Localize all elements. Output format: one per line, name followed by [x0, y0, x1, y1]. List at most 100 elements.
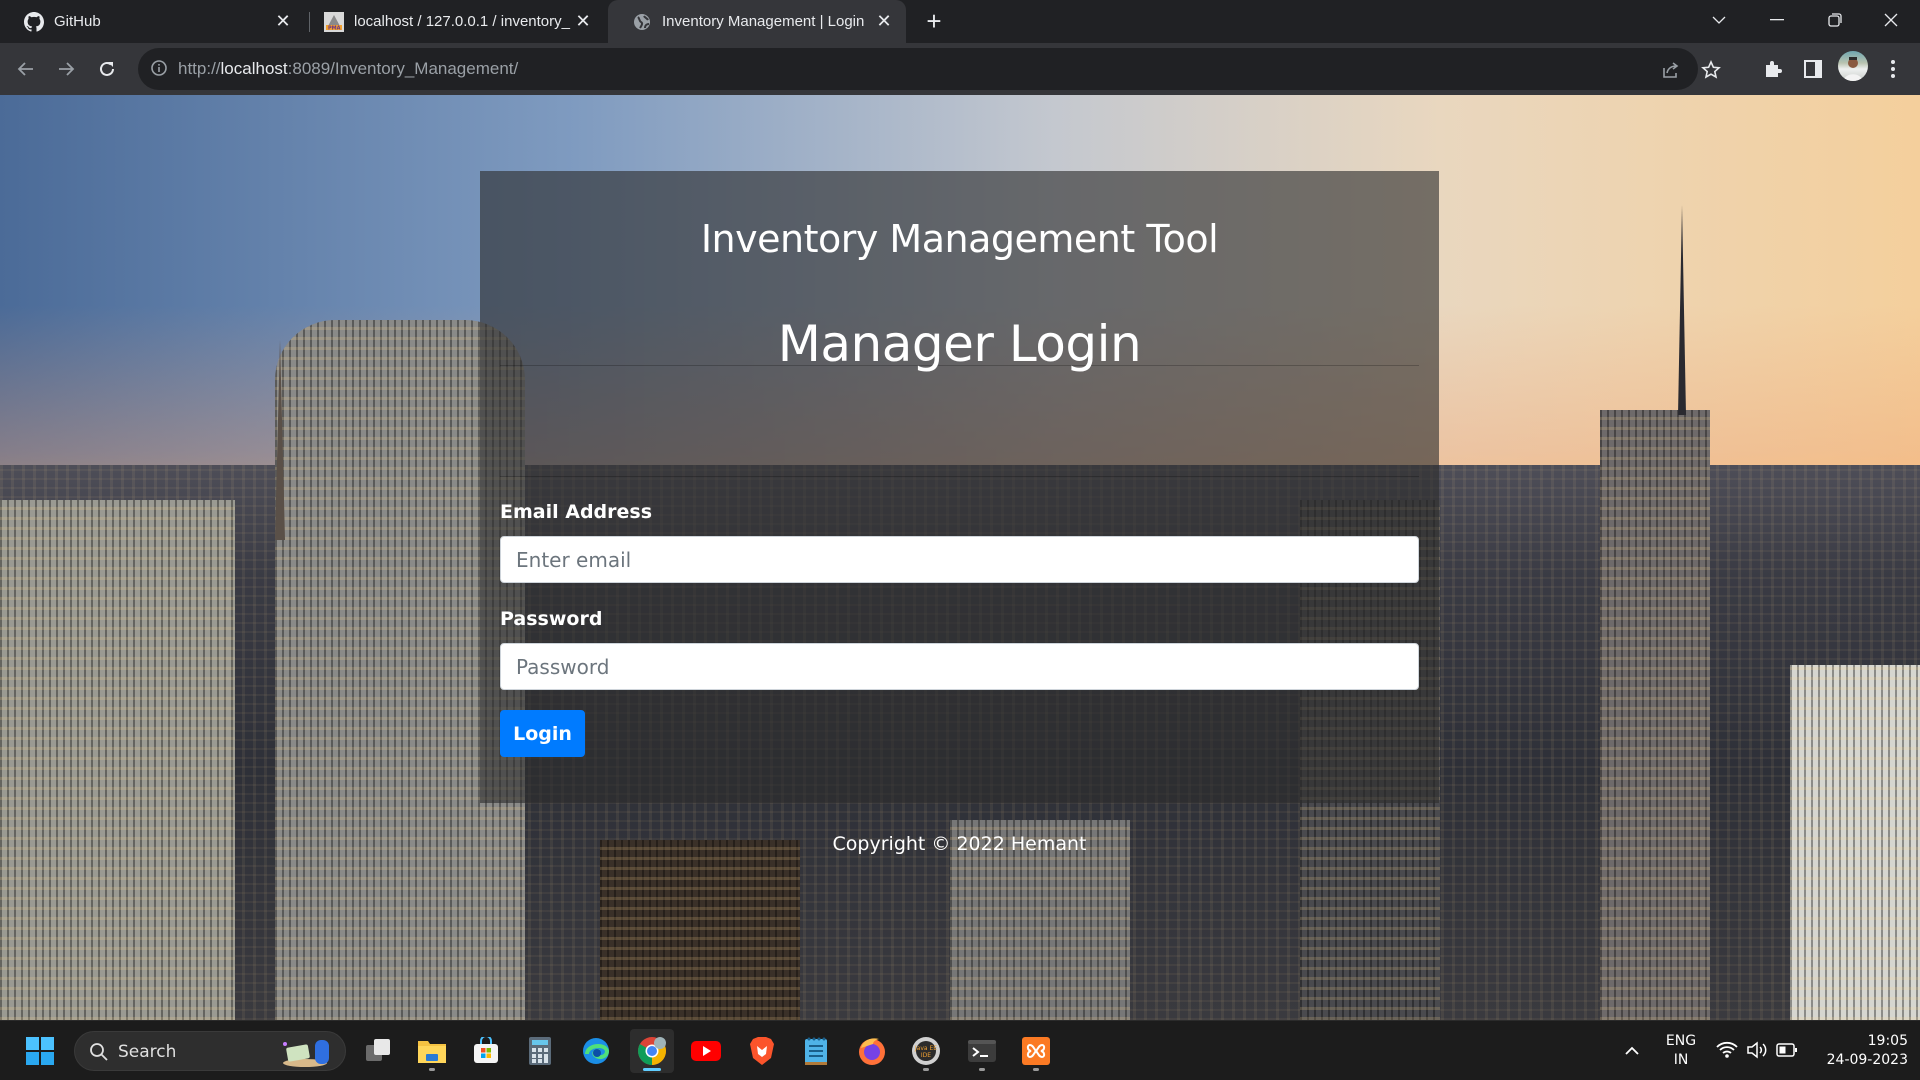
phpmyadmin-icon: PMA: [324, 11, 344, 32]
side-panel-icon[interactable]: [1800, 56, 1826, 82]
tab-close-icon[interactable]: ✕: [271, 10, 295, 34]
running-indicator: [979, 1068, 985, 1071]
search-highlight-icon: [279, 1036, 335, 1073]
url-host: localhost: [220, 59, 288, 78]
clock[interactable]: 19:05 24-09-2023: [1808, 1032, 1908, 1070]
clock-date: 24-09-2023: [1826, 1052, 1908, 1068]
forward-icon[interactable]: [50, 53, 82, 85]
calculator-icon: [529, 1037, 551, 1065]
windows-logo-icon: [26, 1037, 54, 1065]
divider: [500, 476, 1419, 477]
share-icon[interactable]: [1658, 57, 1684, 83]
wifi-icon[interactable]: [1716, 1041, 1738, 1064]
restore-icon[interactable]: [1806, 0, 1864, 40]
running-indicator: [1033, 1068, 1039, 1071]
brave-icon: [750, 1037, 774, 1065]
close-icon[interactable]: [1862, 0, 1920, 40]
xampp-icon: [1022, 1037, 1050, 1065]
extensions-icon[interactable]: [1760, 56, 1786, 82]
eclipse-ide-icon: Java EEIDE: [912, 1037, 940, 1065]
running-indicator: [923, 1068, 929, 1071]
email-label: Email Address: [500, 501, 653, 523]
app-title: Inventory Management Tool: [700, 217, 1219, 261]
tab-title: GitHub: [54, 13, 101, 30]
store-icon: [474, 1037, 498, 1063]
url-path: :8089/Inventory_Management/: [287, 59, 519, 78]
tab-title: localhost / 127.0.0.1 / inventory_r: [354, 13, 571, 30]
tab-search-icon[interactable]: [1690, 0, 1748, 40]
empire-state-building: [1600, 410, 1710, 1020]
site-info-icon[interactable]: [150, 59, 170, 79]
password-field[interactable]: [500, 643, 1419, 690]
taskbar: Search Java EE IDE ENG IN 19:05 24-09-20…: [0, 1020, 1920, 1080]
taskbar-terminal[interactable]: [960, 1029, 1004, 1073]
profile-avatar[interactable]: [1838, 51, 1868, 81]
reload-icon[interactable]: [91, 53, 123, 85]
language-indicator[interactable]: ENG IN: [1664, 1032, 1698, 1070]
taskbar-file-explorer[interactable]: [410, 1029, 454, 1073]
github-icon: [24, 11, 44, 32]
copyright-text: Copyright © 2022 Hemant: [832, 833, 1087, 855]
notepad-icon: [805, 1037, 827, 1065]
page-background: Inventory Management Tool Manager Login …: [0, 95, 1920, 1020]
taskbar-microsoft-store[interactable]: [464, 1029, 508, 1073]
tab-phpmyadmin[interactable]: PMA localhost / 127.0.0.1 / inventory_r …: [300, 0, 605, 43]
clock-time: 19:05: [1867, 1033, 1908, 1049]
folder-icon: [418, 1041, 446, 1063]
building: [600, 840, 800, 1020]
language-code: ENG: [1665, 1033, 1697, 1049]
task-view-icon: [366, 1039, 390, 1061]
search-icon: [89, 1042, 109, 1067]
bookmark-star-icon[interactable]: [1698, 57, 1724, 83]
svg-text:IDE: IDE: [921, 1052, 931, 1059]
taskbar-edge[interactable]: [574, 1029, 618, 1073]
chrysler-spire: [275, 340, 285, 540]
tab-close-icon[interactable]: ✕: [571, 10, 595, 34]
taskbar-calculator[interactable]: [518, 1029, 562, 1073]
password-label: Password: [500, 608, 603, 630]
show-hidden-icons-chevron[interactable]: [1610, 1029, 1654, 1073]
volume-icon[interactable]: [1746, 1041, 1768, 1064]
globe-icon: [632, 12, 652, 32]
taskbar-firefox[interactable]: [850, 1029, 894, 1073]
taskbar-notepad[interactable]: [794, 1029, 838, 1073]
taskbar-chrome[interactable]: [630, 1029, 674, 1073]
email-field[interactable]: [500, 536, 1419, 583]
minimize-icon[interactable]: [1748, 0, 1806, 40]
tab-inventory-login[interactable]: Inventory Management | Login ✕: [608, 0, 906, 43]
running-indicator: [643, 1068, 661, 1071]
url-scheme: http://: [178, 59, 221, 78]
edge-icon: [583, 1038, 610, 1064]
building: [1790, 665, 1920, 1020]
start-button[interactable]: [18, 1029, 62, 1073]
tab-close-icon[interactable]: ✕: [872, 10, 896, 34]
empire-state-spire: [1678, 205, 1686, 415]
firefox-icon: [859, 1038, 885, 1065]
login-panel: Inventory Management Tool Manager Login …: [480, 171, 1439, 855]
svg-text:PMA: PMA: [328, 25, 341, 31]
region-code: IN: [1673, 1052, 1689, 1068]
menu-icon[interactable]: [1880, 56, 1906, 82]
tab-github[interactable]: GitHub ✕: [0, 0, 305, 43]
taskbar-youtube[interactable]: [684, 1029, 728, 1073]
svg-text:Java EE: Java EE: [914, 1045, 937, 1052]
chrome-icon: [638, 1037, 666, 1065]
taskbar-brave[interactable]: [740, 1029, 784, 1073]
battery-icon[interactable]: [1776, 1042, 1798, 1063]
taskbar-task-view[interactable]: [356, 1029, 400, 1073]
page-title: Manager Login: [777, 315, 1142, 373]
url-text[interactable]: http://localhost:8089/Inventory_Manageme…: [178, 59, 518, 79]
address-bar[interactable]: http://localhost:8089/Inventory_Manageme…: [138, 48, 1721, 90]
login-button[interactable]: Login: [500, 710, 585, 757]
back-icon[interactable]: [10, 53, 42, 85]
browser-toolbar: http://localhost:8089/Inventory_Manageme…: [0, 43, 1920, 95]
taskbar-eclipse-java-ee[interactable]: Java EE IDE: [904, 1029, 948, 1073]
youtube-icon: [691, 1041, 721, 1061]
tab-title: Inventory Management | Login: [662, 13, 865, 30]
terminal-icon: [968, 1040, 996, 1062]
new-tab-button[interactable]: +: [920, 8, 948, 36]
taskbar-xampp[interactable]: [1014, 1029, 1058, 1073]
taskbar-search[interactable]: Search: [74, 1031, 346, 1071]
building: [0, 500, 235, 1020]
running-indicator: [429, 1068, 435, 1071]
